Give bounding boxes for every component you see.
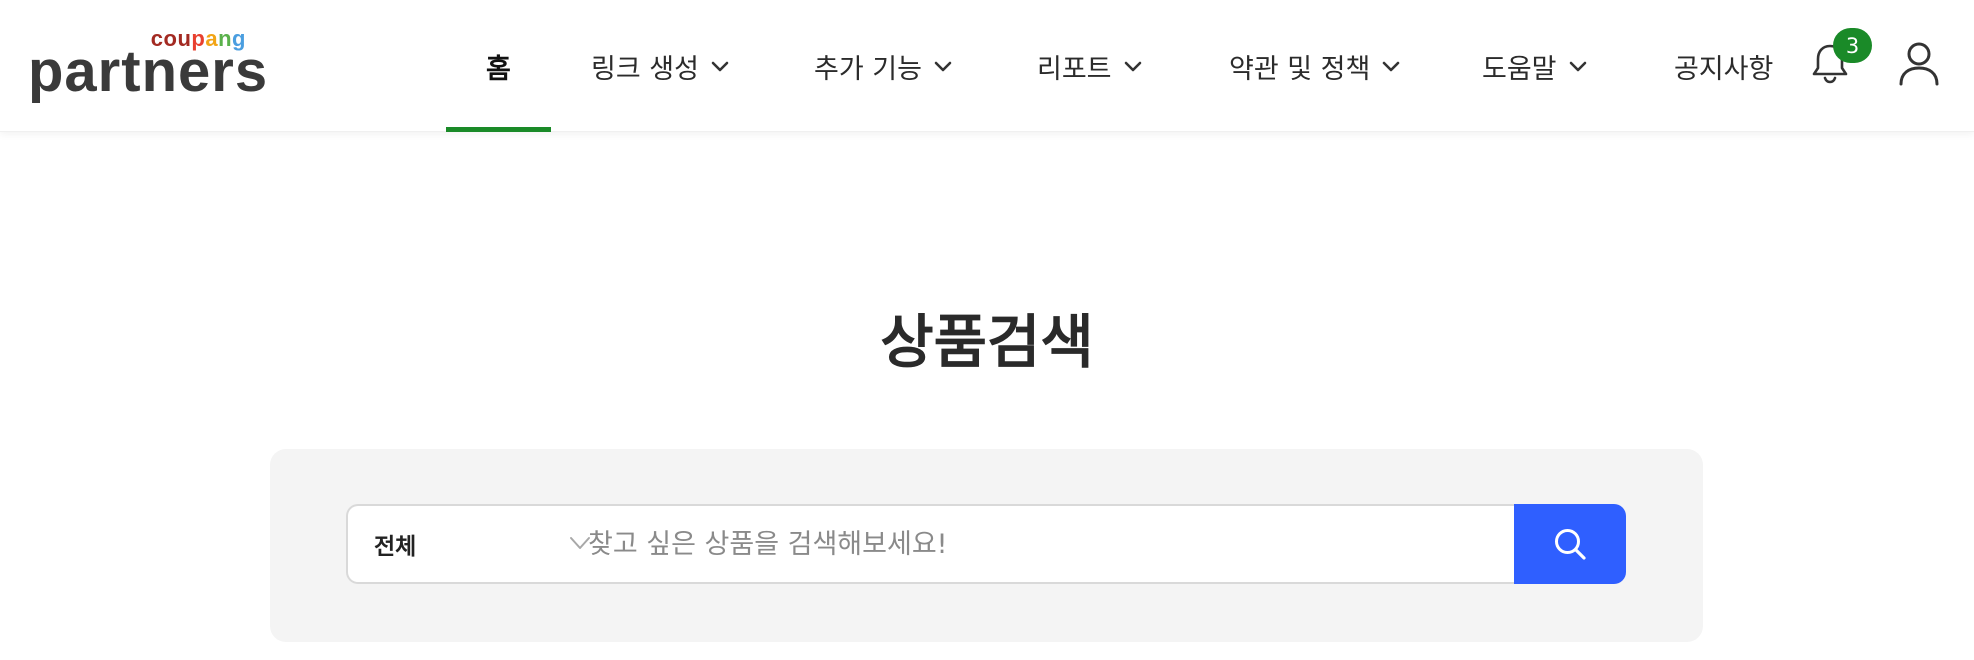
nav-item-notices[interactable]: 공지사항 [1674,0,1773,132]
active-nav-indicator [446,127,551,132]
category-select[interactable]: 전체 [374,506,590,582]
page-title: 상품검색 [880,308,1094,376]
nav-item-extra-features[interactable]: 추가 기능 [814,0,954,132]
nav-item-help[interactable]: 도움말 [1482,0,1589,132]
top-header: coupang partners 홈 링크 생성 추가 기능 리포트 약관 및 … [0,0,1974,132]
search-box: 전체 [346,504,1516,584]
user-icon[interactable] [1896,40,1942,88]
nav-item-terms-policy[interactable]: 약관 및 정책 [1229,0,1402,132]
chevron-down-icon [934,61,952,72]
chevron-down-icon [1124,61,1141,72]
notification-count-badge: 3 [1833,28,1872,63]
nav-item-link-create[interactable]: 링크 생성 [591,0,731,132]
nav-item-label: 약관 및 정책 [1229,53,1371,85]
coupang-partners-logo[interactable]: coupang partners [28,24,267,104]
search-button[interactable] [1514,504,1626,584]
chevron-down-icon [1383,61,1400,72]
nav-item-report[interactable]: 리포트 [1037,0,1144,132]
search-input[interactable] [588,506,1488,582]
search-icon [1555,529,1586,560]
nav-item-home[interactable]: 홈 [486,0,511,132]
nav-item-label: 추가 기능 [814,53,922,85]
nav-item-label: 리포트 [1037,53,1112,85]
nav-item-label: 링크 생성 [591,53,699,85]
logo-partners-text: partners [28,39,269,104]
nav-item-label: 도움말 [1482,53,1557,85]
nav-item-label: 홈 [486,53,511,85]
chevron-down-icon [711,61,729,72]
nav-item-label: 공지사항 [1674,53,1774,85]
category-selected-value: 전체 [374,534,417,560]
chevron-down-icon [1569,61,1586,72]
